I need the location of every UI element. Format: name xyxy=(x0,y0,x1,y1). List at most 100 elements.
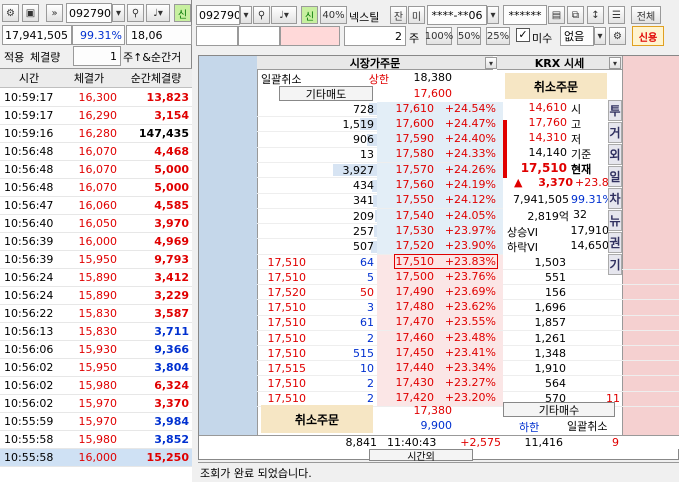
search-icon[interactable]: ⚲ xyxy=(127,4,144,22)
side-tab[interactable]: 권 xyxy=(608,232,622,253)
credit-tag-icon[interactable]: 신 xyxy=(174,4,191,22)
bid-price: 17,440 xyxy=(395,360,435,374)
ask-qty: 507 xyxy=(353,240,374,254)
pct25-button[interactable]: 25% xyxy=(486,27,510,45)
bid-price-cell[interactable]: 17,440 +23.34% xyxy=(377,360,503,376)
cancel-order-top[interactable]: 취소주문 xyxy=(505,73,607,99)
credit-tag-icon[interactable]: 신 xyxy=(301,6,318,24)
side-tab[interactable]: 거 xyxy=(608,122,622,143)
account-dropdown-icon[interactable]: ▾ xyxy=(487,6,499,24)
ask-row[interactable]: 507 17,520 +23.90% xyxy=(257,239,503,255)
ask-row[interactable]: 341 17,550 +24.12% xyxy=(257,193,503,209)
tick-table: 시간 체결가 순간체결량 10:59:17 16,300 13,823 10:59:1… xyxy=(0,68,192,482)
side-tab[interactable]: 차 xyxy=(608,188,622,209)
all-button[interactable]: 전체 xyxy=(631,6,661,24)
price-input-a[interactable] xyxy=(196,26,238,46)
bid-row[interactable]: 17,520 50 17,490 +23.69% 156 xyxy=(257,284,679,301)
ask-row[interactable]: 209 17,540 +24.05% xyxy=(257,208,503,225)
bid-price-cell[interactable]: 17,480 +23.62% xyxy=(377,300,503,316)
bid-price-cell[interactable]: 17,470 +23.55% xyxy=(377,315,503,331)
unit-label: 주 xyxy=(123,51,134,64)
side-tab[interactable]: 외 xyxy=(608,144,622,165)
gear-icon[interactable]: ⚙ xyxy=(609,27,626,45)
mi-button[interactable]: 미 xyxy=(408,6,425,24)
ask-price-cell[interactable]: 17,610 +24.54% xyxy=(377,101,503,117)
speaker-icon[interactable]: ♩▾ xyxy=(271,6,297,24)
bid-price-cell[interactable]: 17,450 +23.41% xyxy=(377,345,503,361)
password-input[interactable]: ****** xyxy=(503,5,547,25)
cancel-order-bottom[interactable]: 취소주문 xyxy=(261,405,373,433)
ask-price-cell[interactable]: 17,540 +24.05% xyxy=(377,208,503,224)
krx-dropdown-icon[interactable]: ▾ xyxy=(609,57,621,69)
lock-icon[interactable]: ▣ xyxy=(22,4,39,22)
ask-price-cell[interactable]: 17,590 +24.40% xyxy=(377,132,503,148)
krx-label: KRX 시세 xyxy=(534,56,585,70)
unit-updown[interactable]: 주↑&순간거 xyxy=(123,49,181,65)
ask-price-cell[interactable]: 17,570 +24.26% xyxy=(377,162,503,178)
left-volume-field: 17,941,505 xyxy=(2,25,72,45)
krx-header[interactable]: KRX 시세 xyxy=(497,56,622,70)
credit-button[interactable]: 신용 xyxy=(632,26,664,46)
notepad-icon[interactable]: ☰ xyxy=(608,6,625,24)
side-tab[interactable]: 기 xyxy=(608,254,622,275)
side-tab[interactable]: 투 xyxy=(608,100,622,121)
ask-row[interactable]: 257 17,530 +23.97% xyxy=(257,223,503,240)
bid-row[interactable]: 17,510 515 17,450 +23.41% 1,348 xyxy=(257,345,679,362)
copy-icon[interactable]: ⧉ xyxy=(567,6,584,24)
ask-row[interactable]: 1,519 17,600 +24.47% xyxy=(257,116,503,133)
ask-price-cell[interactable]: 17,580 +24.33% xyxy=(377,147,503,163)
bid-price-cell[interactable]: 17,430 +23.27% xyxy=(377,376,503,392)
ask-row[interactable]: 906 17,590 +24.40% xyxy=(257,132,503,148)
ask-price-cell[interactable]: 17,530 +23.97% xyxy=(377,223,503,239)
bid-row[interactable]: 17,510 61 17,470 +23.55% 1,857 xyxy=(257,315,679,331)
balance-button[interactable]: 잔 xyxy=(390,6,407,24)
ask-row[interactable]: 13 17,580 +24.33% xyxy=(257,147,503,163)
unfilled-checkbox[interactable]: ✓ xyxy=(516,28,530,42)
price-input-b[interactable] xyxy=(238,26,280,46)
chevron-down-icon[interactable]: ▾ xyxy=(112,4,125,22)
price-input-c[interactable] xyxy=(280,26,340,46)
none-dropdown-icon[interactable]: ▾ xyxy=(594,27,606,45)
ask-price-cell[interactable]: 17,550 +24.12% xyxy=(377,193,503,209)
qty-input[interactable]: 2 xyxy=(344,26,406,46)
after-hours-tab[interactable]: 시간외 xyxy=(369,449,473,463)
cancel-all-bottom[interactable]: 일괄취소 xyxy=(567,418,607,434)
other-sell-button[interactable]: 기타매도 xyxy=(279,86,373,101)
ask-row[interactable]: 3,927 17,570 +24.26% xyxy=(257,162,503,179)
ask-row[interactable]: 434 17,560 +24.19% xyxy=(257,178,503,194)
bid-price-cell[interactable]: 17,490 +23.69% xyxy=(377,284,503,300)
settings-icon[interactable]: ⚙ xyxy=(2,4,19,22)
side-tab[interactable]: 일 xyxy=(608,166,622,187)
code-input[interactable]: 092790 xyxy=(196,5,240,25)
cancel-all-top[interactable]: 일괄취소 xyxy=(261,71,301,87)
side-tab[interactable]: 뉴 xyxy=(608,210,622,231)
left-qty-input[interactable]: 1 xyxy=(73,46,121,66)
bid-row[interactable]: 17,510 2 17,460 +23.48% 1,261 xyxy=(257,330,679,346)
speaker-icon[interactable]: ♩▾ xyxy=(146,4,170,22)
market-order-dropdown-icon[interactable]: ▾ xyxy=(485,57,497,69)
double-chevron-icon[interactable]: » xyxy=(46,4,63,22)
left-code-input[interactable]: 092790 xyxy=(66,3,112,23)
bid-row[interactable]: 17,510 2 17,430 +23.27% 564 xyxy=(257,376,679,392)
ask-row[interactable]: 728 17,610 +24.54% xyxy=(257,101,503,117)
bid-row[interactable]: 17,515 10 17,440 +23.34% 1,910 xyxy=(257,360,679,377)
account-input[interactable]: ****-**06 xyxy=(427,5,487,25)
ask-qty: 906 xyxy=(353,133,374,147)
ratio-button[interactable]: 40% xyxy=(320,6,347,24)
bid-row[interactable]: 17,510 3 17,480 +23.62% 1,696 xyxy=(257,300,679,316)
ask-price-cell[interactable]: 17,520 +23.90% xyxy=(377,239,503,255)
ask-price-cell[interactable]: 17,600 +24.47% xyxy=(377,116,503,132)
none-select[interactable]: 없음 xyxy=(560,26,594,46)
pct50-button[interactable]: 50% xyxy=(457,27,481,45)
search-icon[interactable]: ⚲ xyxy=(253,6,270,24)
bid-price-cell[interactable]: 17,460 +23.48% xyxy=(377,330,503,346)
code-dropdown-icon[interactable]: ▾ xyxy=(240,6,252,24)
bid-price-cell[interactable]: 17,500 +23.76% xyxy=(377,269,503,285)
market-order-header[interactable]: 시장가주문 xyxy=(257,56,493,70)
updown-icon[interactable]: ↕ xyxy=(587,6,604,24)
other-buy-button[interactable]: 기타매수 xyxy=(503,402,615,417)
pct100-button[interactable]: 100% xyxy=(425,27,453,45)
ask-price-cell[interactable]: 17,560 +24.19% xyxy=(377,178,503,193)
table-row: 10:56:24 15,890 3,229 xyxy=(0,287,192,305)
window-icon[interactable]: ▤ xyxy=(548,6,565,24)
